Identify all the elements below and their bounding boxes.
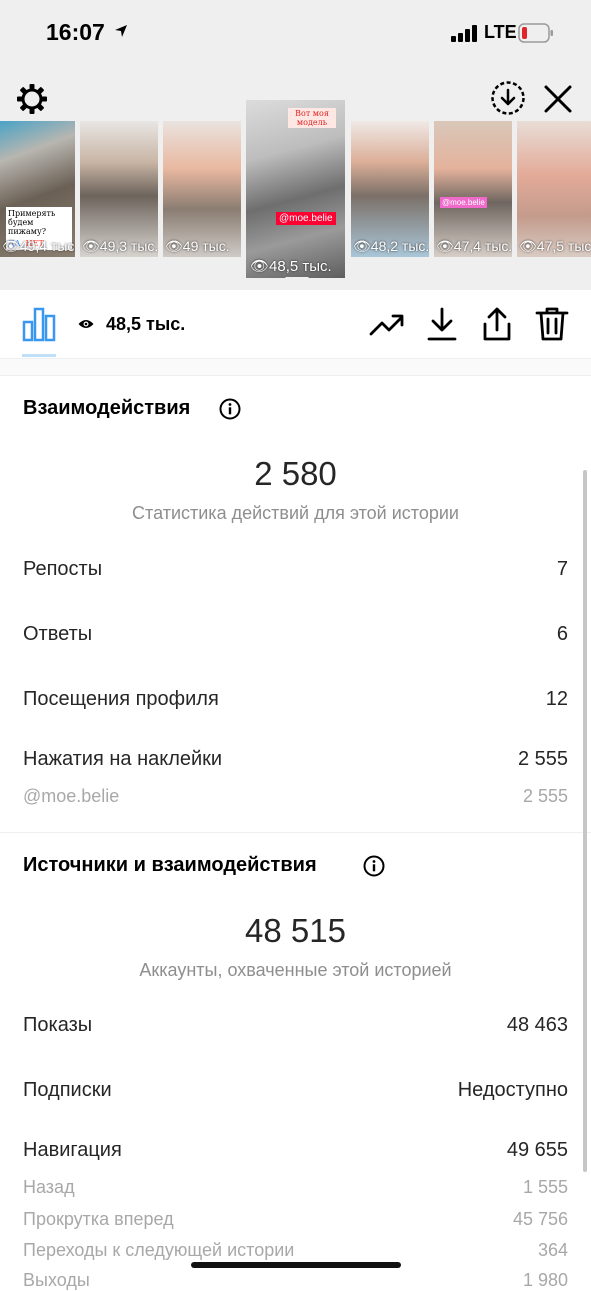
sticker-taps-label: Нажатия на наклейки [23,748,223,770]
story-thumbnail-selected[interactable]: Вот моя модель @moe.belie 👁48,5 тыс. [246,100,345,278]
story-thumbnail[interactable]: @moe.belie 👁47,4 тыс. [434,121,512,257]
exits-value: 1 980 [522,1270,568,1290]
share-icon[interactable] [479,306,515,342]
back-value: 1 555 [522,1177,568,1197]
bar-chart-icon[interactable] [22,306,56,342]
forward-label: Прокрутка вперед [23,1209,174,1229]
exits-label: Выходы [23,1270,90,1290]
selected-story-pointer [285,277,309,289]
home-indicator[interactable] [191,1262,401,1268]
trash-icon[interactable] [534,306,570,342]
gear-icon[interactable] [15,82,49,116]
interactions-subtitle: Статистика действий для этой истории [132,503,459,523]
status-time: 16:07 [46,19,105,45]
eye-icon [78,320,94,328]
story-thumbnail[interactable]: 👁47,5 тыс. [517,121,591,257]
follows-label: Подписки [23,1079,112,1101]
profile-visits-value: 12 [545,688,568,710]
follows-value: Недоступно [457,1079,568,1101]
network-type: LTE [484,22,517,42]
story-thumbnail[interactable]: Примерять будем пижаму? ДА НЕТ 👁49,4 тыс… [0,121,75,257]
next-story-value: 364 [537,1240,568,1260]
status-bar: 16:07 LTE [0,0,591,66]
mention-sticker-value: 2 555 [522,786,568,806]
reach-total: 48 515 [245,912,346,949]
replies-label: Ответы [23,623,93,645]
sources-title: Источники и взаимодействия [23,854,317,876]
battery-icon [518,23,553,43]
forward-value: 45 756 [512,1209,568,1229]
poll-question: Примерять будем пижаму? [8,209,56,236]
story-image [80,121,158,257]
navigation-label: Навигация [23,1139,122,1161]
navigation-value: 49 655 [506,1139,568,1161]
impressions-value: 48 463 [506,1014,568,1036]
story-view-count: 👁47,5 тыс. [519,238,591,254]
interactions-total: 2 580 [254,455,337,492]
story-thumbnail[interactable]: 👁48,2 тыс. [351,121,429,257]
story-view-count: 👁48,2 тыс. [353,238,429,254]
story-image [163,121,241,257]
story-thumbnail[interactable]: 👁49,3 тыс. [80,121,158,257]
story-view-count: 👁49,3 тыс. [82,238,158,254]
mention-sticker-label: @moe.belie [23,786,120,806]
trend-icon[interactable] [369,306,405,342]
mention-sticker: @moe.belie [440,197,487,208]
story-view-count: 👁49,4 тыс. [2,238,75,254]
info-icon[interactable] [219,398,241,420]
story-image [517,121,591,257]
close-icon[interactable] [542,83,574,115]
signal-icon [451,25,477,42]
story-image [434,121,512,257]
active-tab-indicator [22,354,56,357]
story-view-count: 👁48,5 тыс. [250,258,332,275]
story-thumbnail[interactable]: 👁49 тыс. [163,121,241,257]
story-view-count: 👁47,4 тыс. [436,238,512,254]
reach-subtitle: Аккаунты, охваченные этой историей [139,960,452,980]
section-divider [0,832,591,833]
download-circle-icon[interactable] [490,80,526,116]
story-views-count: 48,5 тыс. [106,314,186,334]
download-icon[interactable] [424,306,460,342]
scrollbar[interactable] [583,470,587,1172]
location-arrow-icon [115,25,127,37]
mention-sticker: @moe.belie [276,212,336,225]
reposts-label: Репосты [23,558,103,580]
profile-visits-label: Посещения профиля [23,688,219,710]
story-image [351,121,429,257]
back-label: Назад [23,1177,75,1197]
story-view-count: 👁49 тыс. [165,238,230,254]
replies-value: 6 [556,623,568,645]
reposts-value: 7 [556,558,568,580]
next-story-label: Переходы к следующей истории [23,1240,295,1260]
interactions-title: Взаимодействия [23,397,191,419]
impressions-label: Показы [23,1014,93,1036]
story-header-sticker: Вот моя модель [288,108,336,128]
sticker-taps-value: 2 555 [517,748,568,770]
section-separator [0,359,591,376]
info-icon[interactable] [363,855,385,877]
